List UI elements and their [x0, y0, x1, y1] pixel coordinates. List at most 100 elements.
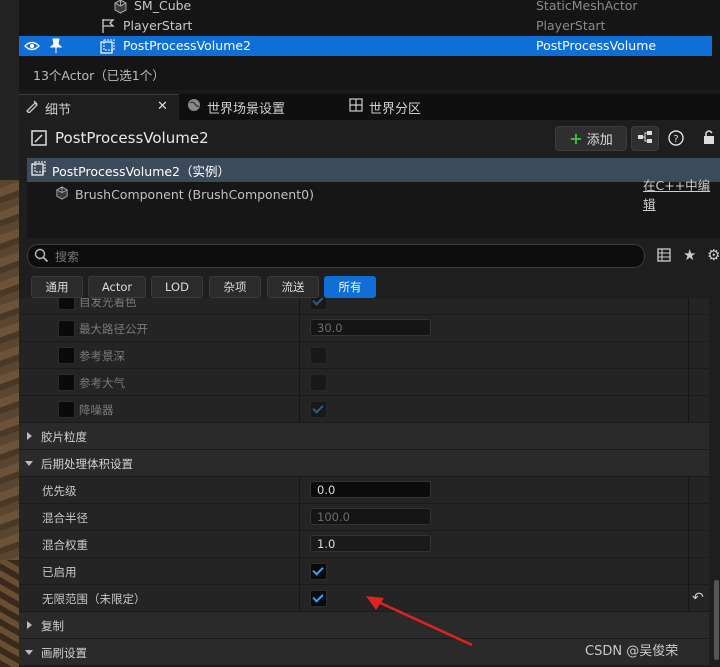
outliner-row-type: PostProcessVolume — [536, 38, 657, 53]
row-checkbox[interactable] — [58, 298, 75, 310]
component-child[interactable]: BrushComponent (BrushComponent0) 在C++中编辑 — [27, 178, 720, 212]
section-label: 胶片粒度 — [41, 430, 87, 444]
actor-count: 13个Actor（已选1个） — [33, 68, 165, 83]
prop-label: 无限范围（未限定） — [42, 592, 146, 606]
outliner-row[interactable]: SM_Cube StaticMeshActor — [19, 0, 712, 16]
prop-label: 优先级 — [42, 484, 77, 498]
reset-arrow-icon[interactable]: ↶ — [692, 590, 704, 606]
row-checkbox[interactable] — [58, 374, 75, 391]
component-child-label: BrushComponent (BrushComponent0) — [75, 186, 314, 202]
globe-icon — [187, 98, 201, 116]
filter-general[interactable]: 通用 — [31, 276, 83, 298]
flag-icon — [100, 18, 118, 37]
section-label: 复制 — [41, 619, 64, 633]
unbound-checkbox[interactable] — [310, 590, 327, 607]
outliner-row[interactable]: PlayerStart PlayerStart — [19, 16, 712, 36]
close-icon[interactable]: ✕ — [157, 99, 168, 114]
gear-icon[interactable]: ⚙ — [707, 246, 720, 264]
max-path-input[interactable]: 30.0 — [310, 319, 431, 336]
add-component-button[interactable]: + 添加 — [555, 126, 627, 151]
component-root-label: PostProcessVolume2（实例） — [52, 163, 231, 179]
tab-label: 世界场景设置 — [207, 101, 286, 117]
viewport-edge — [0, 0, 19, 667]
search-icon — [34, 248, 49, 266]
blueprint-button[interactable] — [631, 126, 659, 151]
outliner-row-name: SM_Cube — [134, 0, 192, 13]
prop-row-ref-atmo: 参考大气 — [19, 369, 709, 396]
favorite-star-icon[interactable]: ★ — [683, 246, 696, 264]
prop-label: 已启用 — [42, 565, 77, 579]
prop-label: 混合半径 — [42, 511, 88, 525]
section-label: 后期处理体积设置 — [41, 457, 133, 471]
prop-checkbox[interactable] — [310, 374, 327, 391]
prop-label: 参考景深 — [79, 349, 125, 363]
section-film-grain[interactable]: 胶片粒度 — [19, 423, 709, 450]
prop-checkbox[interactable] — [310, 298, 327, 310]
table-view-icon[interactable] — [657, 248, 671, 265]
collapse-arrow-icon — [25, 650, 33, 655]
outliner-panel: SM_Cube StaticMeshActor PlayerStart Play… — [19, 0, 720, 90]
details-panel: PostProcessVolume2 + 添加 ? PostProcessVol… — [19, 120, 720, 667]
eye-icon[interactable] — [24, 39, 40, 56]
prop-row-priority: 优先级 0.0 — [19, 477, 709, 504]
scrollbar-thumb[interactable] — [714, 580, 719, 660]
lock-icon[interactable] — [702, 129, 716, 148]
add-label: 添加 — [586, 133, 613, 148]
row-checkbox[interactable] — [58, 347, 75, 364]
filter-actor[interactable]: Actor — [88, 276, 146, 298]
prop-label: 自发光着色 — [79, 298, 137, 309]
cube-icon — [113, 0, 128, 17]
prop-row-enabled: 已启用 — [19, 558, 709, 585]
enabled-checkbox[interactable] — [310, 563, 327, 580]
tab-world-settings[interactable]: 世界场景设置 — [187, 94, 285, 120]
watermark: CSDN @吴俊荣 — [585, 644, 679, 659]
prop-checkbox[interactable] — [310, 401, 327, 418]
filter-all[interactable]: 所有 — [324, 276, 376, 298]
pin-icon[interactable] — [49, 38, 63, 57]
filter-misc[interactable]: 杂项 — [209, 276, 261, 298]
prop-label: 最大路径公开 — [79, 322, 148, 336]
tab-label: 细节 — [45, 102, 72, 118]
plus-icon: + — [569, 129, 583, 148]
details-title: PostProcessVolume2 — [55, 129, 209, 147]
filter-lod[interactable]: LOD — [151, 276, 203, 298]
row-checkbox[interactable] — [58, 401, 75, 418]
outliner-row-name: PlayerStart — [123, 18, 193, 33]
component-root[interactable]: PostProcessVolume2（实例） — [27, 158, 720, 182]
section-label: 画刷设置 — [41, 646, 87, 660]
prop-label: 参考大气 — [79, 376, 125, 390]
priority-input[interactable]: 0.0 — [310, 481, 431, 498]
help-icon[interactable]: ? — [668, 130, 684, 149]
tab-label: 世界分区 — [369, 101, 422, 117]
filter-streaming[interactable]: 流送 — [267, 276, 319, 298]
row-checkbox[interactable] — [58, 320, 75, 337]
search-input[interactable]: 搜索 — [27, 244, 645, 268]
annotation-arrow-icon — [366, 596, 473, 647]
prop-row-ref-dof: 参考景深 — [19, 342, 709, 369]
prop-label: 混合权重 — [42, 538, 88, 552]
outliner-row-selected[interactable]: PostProcessVolume2 PostProcessVolume — [19, 36, 712, 56]
edit-in-cpp-link[interactable]: 在C++中编辑 — [643, 175, 720, 213]
grid-icon — [349, 98, 363, 116]
hierarchy-icon — [638, 130, 652, 147]
collapse-arrow-icon — [25, 461, 33, 466]
outliner-row-type: StaticMeshActor — [536, 0, 638, 13]
cube-icon — [55, 185, 69, 203]
blend-radius-input[interactable]: 100.0 — [310, 508, 431, 525]
blend-weight-input[interactable]: 1.0 — [310, 535, 431, 552]
section-ppv-settings[interactable]: 后期处理体积设置 — [19, 450, 709, 477]
tab-details[interactable]: 细节 ✕ — [19, 94, 179, 121]
outliner-row-type: PlayerStart — [536, 18, 606, 33]
volume-icon — [100, 39, 115, 57]
prop-row-max-path: 最大路径公开 30.0 — [19, 315, 709, 342]
viewport-floor-2 — [0, 560, 19, 667]
panel-tabs: 细节 ✕ 世界场景设置 世界分区 — [19, 94, 720, 121]
svg-text:?: ? — [673, 134, 678, 145]
prop-row-denoiser: 降噪器 — [19, 396, 709, 423]
volume-icon — [31, 161, 46, 179]
component-tree: PostProcessVolume2（实例） BrushComponent (B… — [27, 158, 720, 238]
search-placeholder: 搜索 — [55, 250, 80, 264]
prop-checkbox[interactable] — [310, 347, 327, 364]
tab-world-partition[interactable]: 世界分区 — [349, 94, 421, 120]
prop-row-blend-radius: 混合半径 100.0 — [19, 504, 709, 531]
